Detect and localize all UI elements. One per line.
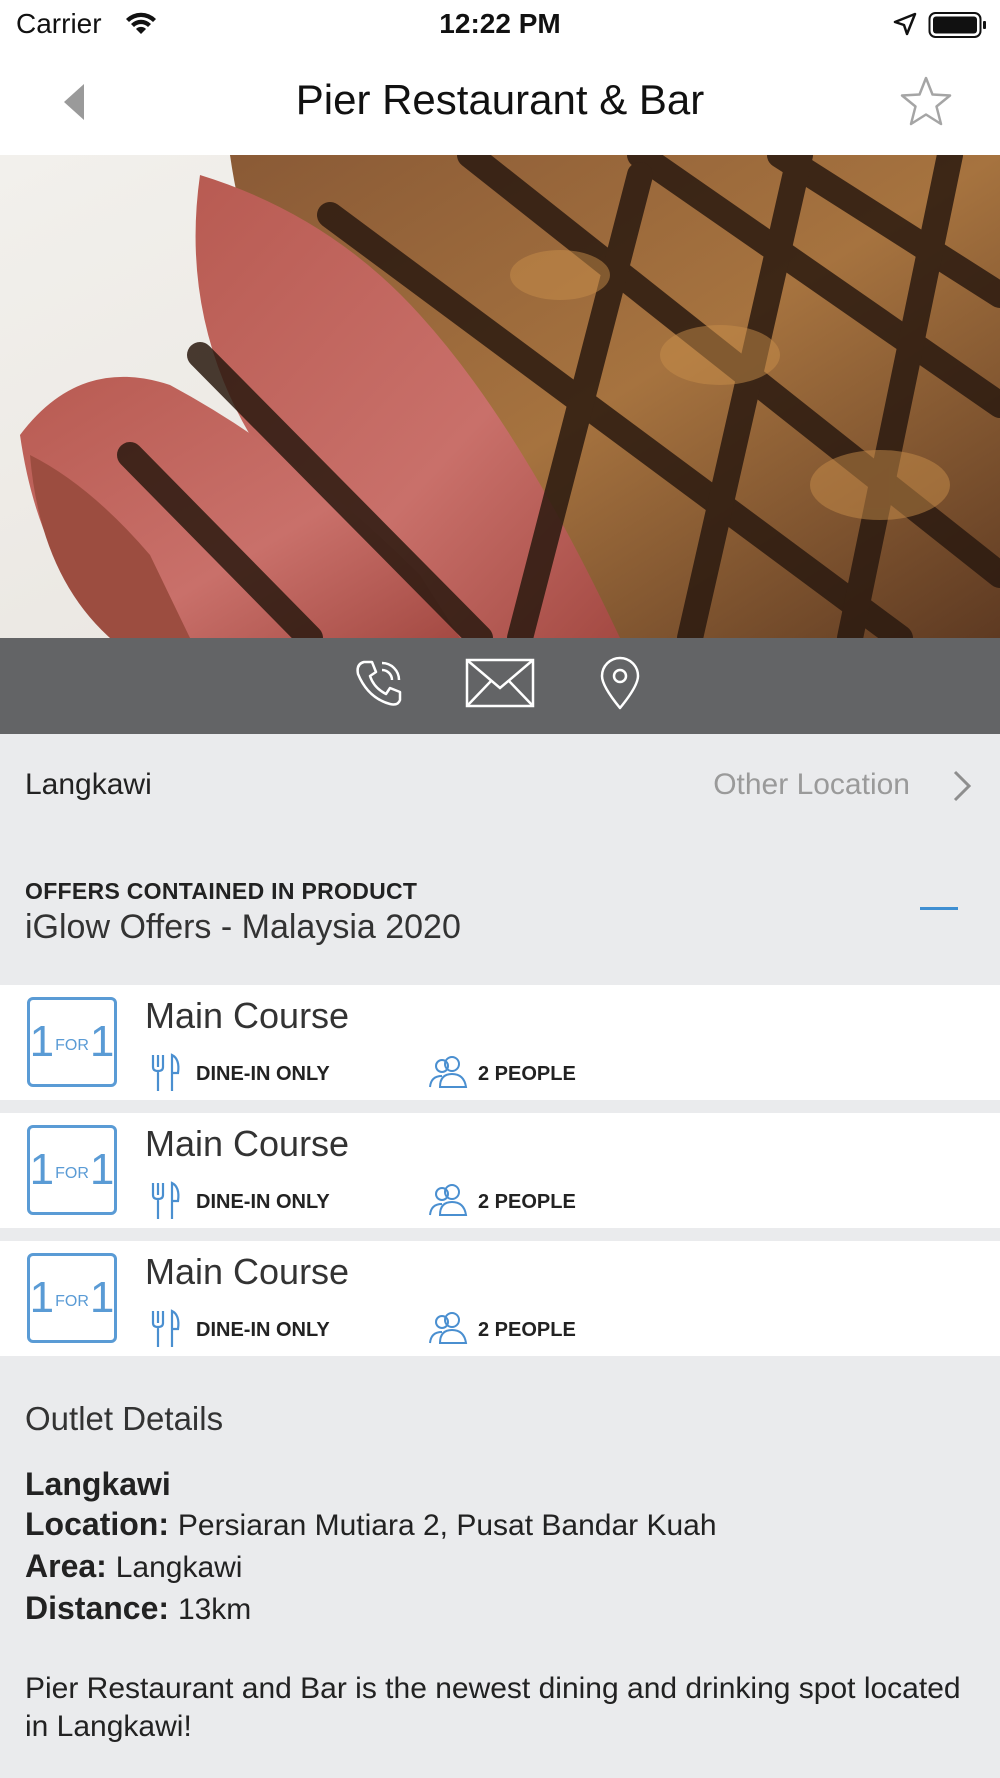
outlet-details: Outlet Details Langkawi Location: Persia… — [25, 1400, 975, 1746]
outlet-area: Area: Langkawi — [25, 1548, 243, 1584]
collapse-icon[interactable] — [920, 907, 958, 910]
outlet-location: Location: Persiaran Mutiara 2, Pusat Ban… — [25, 1506, 717, 1542]
outlet-details-title: Outlet Details — [25, 1400, 224, 1437]
battery-icon — [928, 12, 986, 38]
one-for-one-badge-icon: 1 FOR 1 — [27, 1125, 117, 1215]
outlet-description: Pier Restaurant and Bar is the newest di… — [25, 1672, 961, 1743]
navigation-bar: Pier Restaurant & Bar — [0, 50, 1000, 155]
outlet-name: Langkawi — [25, 1466, 171, 1502]
chevron-right-icon[interactable] — [952, 770, 972, 802]
dine-in-label: DINE-IN ONLY — [196, 1191, 330, 1213]
status-bar: Carrier 12:22 PM — [0, 0, 1000, 50]
offer-title: Main Course — [145, 1251, 350, 1292]
phone-icon[interactable] — [352, 656, 406, 710]
one-for-one-badge-icon: 1 FOR 1 — [27, 1253, 117, 1343]
fork-knife-icon — [151, 1309, 180, 1347]
steak-photo — [0, 155, 1000, 638]
offers-product-name: iGlow Offers - Malaysia 2020 — [25, 908, 461, 946]
people-icon — [429, 1056, 468, 1088]
contact-action-bar — [0, 638, 1000, 734]
clock: 12:22 PM — [439, 8, 561, 39]
fork-knife-icon — [151, 1053, 180, 1091]
page-title: Pier Restaurant & Bar — [295, 76, 705, 123]
offer-item[interactable]: 1 FOR 1 Main Course DINE-IN ONLY 2 PEOPLE — [0, 985, 1000, 1100]
fork-knife-icon — [151, 1181, 180, 1219]
location-selector[interactable]: Langkawi Other Location — [0, 734, 1000, 834]
offer-item[interactable]: 1 FOR 1 Main Course DINE-IN ONLY 2 PEOPLE — [0, 1241, 1000, 1356]
people-label: 2 PEOPLE — [478, 1319, 576, 1341]
location-arrow-icon — [893, 12, 917, 36]
one-for-one-badge-icon: 1 FOR 1 — [27, 997, 117, 1087]
current-location: Langkawi — [25, 768, 152, 801]
offer-item[interactable]: 1 FOR 1 Main Course DINE-IN ONLY 2 PEOPLE — [0, 1113, 1000, 1228]
hero-image-carousel[interactable] — [0, 155, 1000, 638]
star-icon[interactable] — [898, 74, 954, 130]
people-label: 2 PEOPLE — [478, 1063, 576, 1085]
map-pin-icon[interactable] — [598, 656, 642, 710]
offer-title: Main Course — [145, 1123, 350, 1164]
email-icon[interactable] — [465, 656, 535, 710]
offer-title: Main Course — [145, 995, 350, 1036]
dine-in-label: DINE-IN ONLY — [196, 1063, 330, 1085]
other-location-link[interactable]: Other Location — [713, 768, 910, 802]
outlet-distance: Distance: 13km — [25, 1590, 252, 1626]
people-label: 2 PEOPLE — [478, 1191, 576, 1213]
offers-header-label: OFFERS CONTAINED IN PRODUCT — [25, 878, 418, 904]
people-icon — [429, 1184, 468, 1216]
offers-section-header[interactable]: OFFERS CONTAINED IN PRODUCT iGlow Offers… — [0, 860, 1000, 985]
dine-in-label: DINE-IN ONLY — [196, 1319, 330, 1341]
people-icon — [429, 1312, 468, 1344]
